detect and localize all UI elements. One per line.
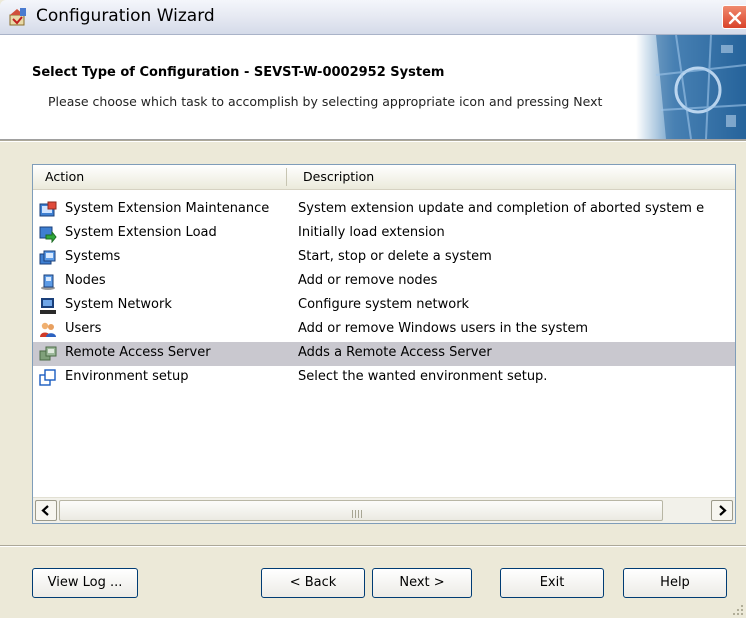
view-log-button[interactable]: View Log ...	[32, 568, 138, 598]
column-divider[interactable]	[286, 168, 287, 186]
window-title: Configuration Wizard	[36, 6, 215, 26]
list-row-system-extension-load[interactable]: System Extension Load Initially load ext…	[33, 222, 735, 246]
row-description: Initially load extension	[298, 225, 445, 240]
row-action-label: System Network	[65, 297, 172, 312]
row-action-label: Remote Access Server	[65, 345, 211, 360]
row-description: Add or remove Windows users in the syste…	[298, 321, 589, 336]
row-description: Adds a Remote Access Server	[298, 345, 492, 360]
list-row-users[interactable]: Users Add or remove Windows users in the…	[33, 318, 735, 342]
exit-button[interactable]: Exit	[500, 568, 604, 598]
row-description: Add or remove nodes	[298, 273, 438, 288]
back-button[interactable]: < Back	[261, 568, 365, 598]
title-bar[interactable]: Configuration Wizard	[0, 0, 746, 35]
list-header: Action Description	[33, 165, 735, 190]
help-button[interactable]: Help	[623, 568, 727, 598]
chevron-left-icon	[41, 505, 49, 516]
network-icon	[40, 298, 56, 314]
environment-icon	[39, 369, 56, 386]
list-row-remote-access-server[interactable]: Remote Access Server Adds a Remote Acces…	[33, 342, 735, 366]
resize-grip-icon[interactable]	[732, 604, 744, 616]
row-action-label: Nodes	[65, 273, 106, 288]
systems-icon	[39, 250, 56, 265]
nodes-icon	[41, 274, 55, 290]
list-row-system-extension-maintenance[interactable]: System Extension Maintenance System exte…	[33, 198, 735, 222]
header-banner-graphic	[636, 35, 746, 139]
row-action-label: Users	[65, 321, 102, 336]
row-action-label: Environment setup	[65, 369, 189, 384]
scrollbar-thumb[interactable]	[59, 500, 663, 521]
row-action-label: System Extension Load	[65, 225, 217, 240]
scroll-left-button[interactable]	[35, 500, 57, 521]
list-row-environment-setup[interactable]: Environment setup Select the wanted envi…	[33, 366, 735, 390]
scroll-right-button[interactable]	[711, 500, 733, 521]
chevron-right-icon	[719, 505, 727, 516]
row-description: Configure system network	[298, 297, 470, 312]
row-action-label: Systems	[65, 249, 121, 264]
horizontal-scrollbar[interactable]	[33, 497, 735, 523]
row-description: Select the wanted environment setup.	[298, 369, 548, 384]
maintenance-icon	[39, 201, 57, 217]
list-row-system-network[interactable]: System Network Configure system network	[33, 294, 735, 318]
configuration-action-list[interactable]: Action Description System Extension Main…	[32, 164, 736, 524]
page-title: Select Type of Configuration - SEVST-W-0…	[32, 65, 445, 80]
page-instructions: Please choose which task to accomplish b…	[48, 94, 603, 109]
row-description: System extension update and completion o…	[298, 201, 705, 216]
configuration-wizard-window: Configuration Wizard Select Type of Conf…	[0, 0, 746, 618]
extension-load-icon	[39, 226, 57, 243]
header-separator	[0, 140, 746, 142]
wizard-app-icon	[9, 8, 26, 26]
column-header-description[interactable]: Description	[303, 169, 374, 184]
wizard-header: Select Type of Configuration - SEVST-W-0…	[0, 35, 746, 140]
list-row-systems[interactable]: Systems Start, stop or delete a system	[33, 246, 735, 270]
row-action-label: System Extension Maintenance	[65, 201, 270, 216]
column-header-action[interactable]: Action	[45, 169, 84, 184]
close-button[interactable]	[722, 5, 746, 29]
footer-separator	[0, 545, 746, 547]
close-icon	[728, 11, 742, 25]
scrollbar-grip	[352, 507, 364, 522]
list-row-nodes[interactable]: Nodes Add or remove nodes	[33, 270, 735, 294]
users-icon	[40, 322, 56, 337]
row-description: Start, stop or delete a system	[298, 249, 492, 264]
remote-access-icon	[39, 346, 57, 361]
next-button[interactable]: Next >	[372, 568, 472, 598]
